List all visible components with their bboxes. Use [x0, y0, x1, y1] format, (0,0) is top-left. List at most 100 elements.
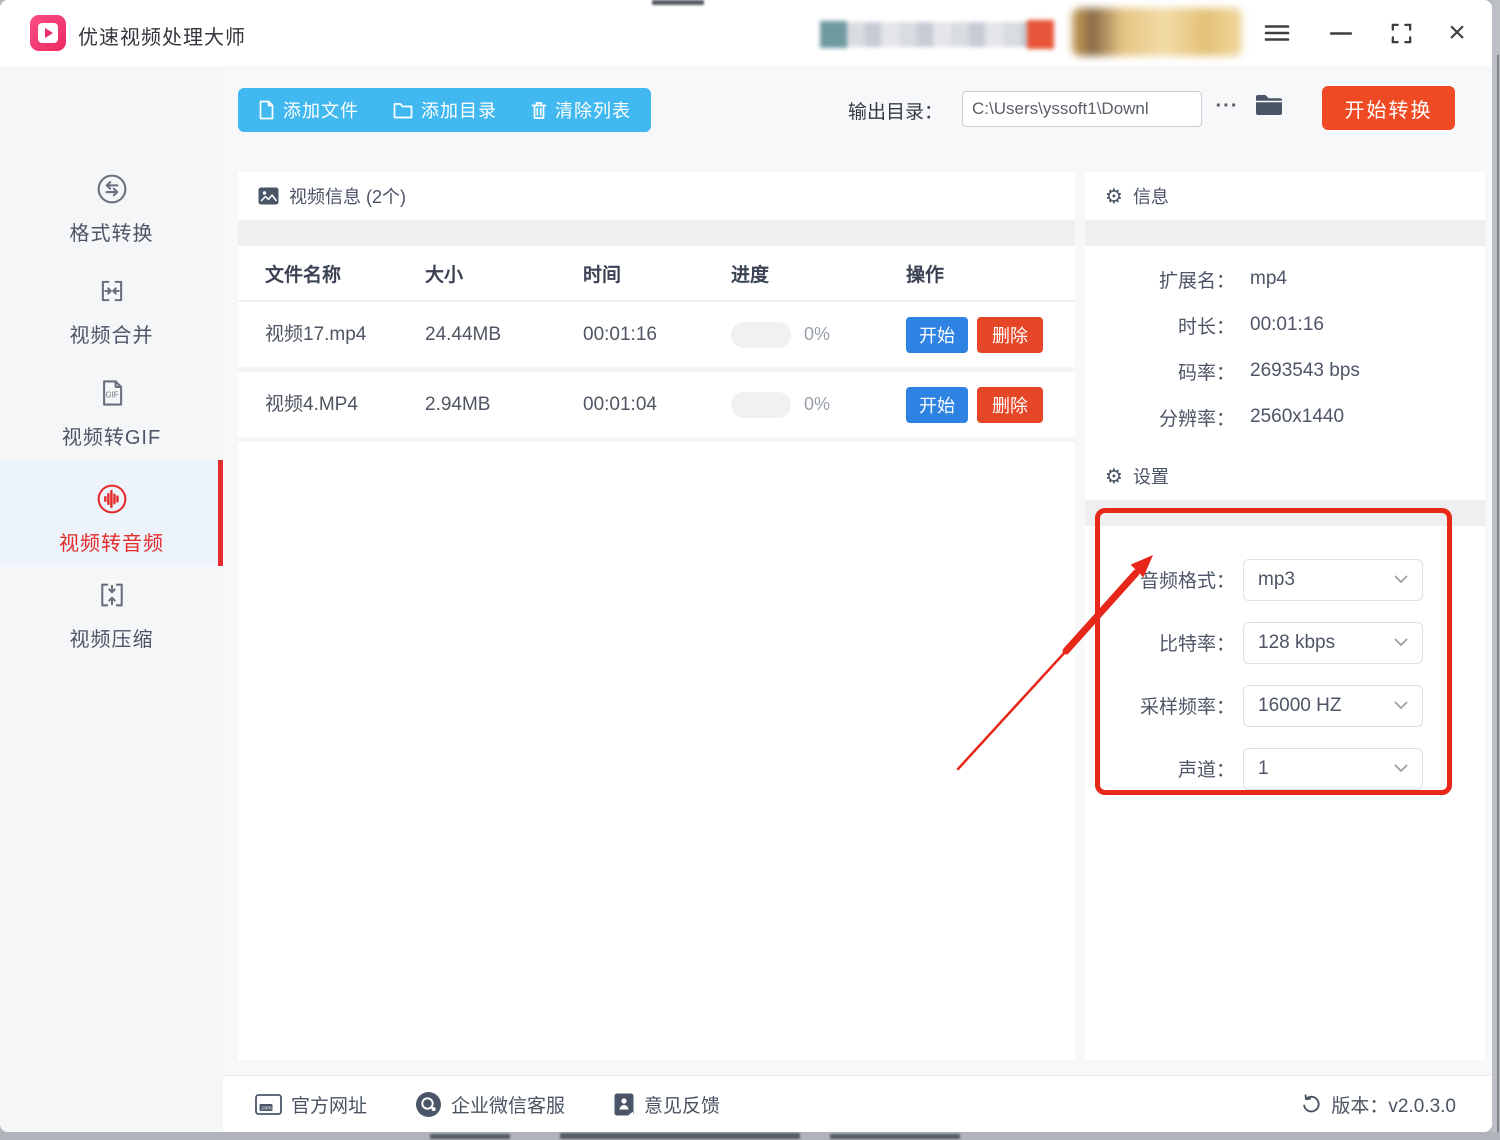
app-title: 优速视频处理大师	[78, 21, 246, 50]
file-icon	[258, 100, 275, 120]
app-window: 优速视频处理大师 × 格式转换	[0, 0, 1492, 1132]
wechat-support-label: 企业微信客服	[451, 1091, 565, 1118]
clear-list-label: 清除列表	[555, 97, 631, 123]
progress-percent: 0%	[804, 324, 830, 345]
field-label: 码率：	[1085, 358, 1235, 385]
maximize-button[interactable]	[1386, 18, 1416, 48]
redacted-badge	[1027, 20, 1054, 49]
selected-value: 1	[1258, 758, 1269, 780]
video-compress-icon	[95, 578, 129, 612]
redacted-promo-banner	[820, 20, 1054, 49]
chevron-down-icon	[1394, 638, 1408, 647]
field-label: 时长：	[1085, 312, 1235, 339]
wechat-service-icon	[415, 1091, 442, 1118]
video-info-icon	[258, 187, 279, 205]
folder-icon	[393, 101, 413, 119]
chevron-down-icon	[1394, 764, 1408, 773]
bitrate-select[interactable]: 128 kbps	[1243, 622, 1423, 664]
sidebar-item-label: 格式转换	[0, 217, 223, 246]
selected-value: mp3	[1258, 569, 1295, 591]
field-label: 扩展名：	[1085, 266, 1235, 293]
col-actions: 操作	[906, 260, 1075, 287]
sidebar-item-video-compress[interactable]: 视频压缩	[0, 578, 223, 652]
field-value: mp4	[1250, 268, 1287, 290]
sidebar-item-format-convert[interactable]: 格式转换	[0, 172, 223, 246]
maximize-icon	[1389, 21, 1414, 46]
feedback-icon	[613, 1092, 635, 1117]
start-convert-button[interactable]: 开始转换	[1322, 86, 1455, 130]
progress-bar	[731, 322, 791, 348]
col-time: 时间	[583, 260, 731, 287]
channels-select[interactable]: 1	[1243, 748, 1423, 790]
add-file-label: 添加文件	[283, 97, 359, 123]
table-header: 文件名称 大小 时间 进度 操作	[238, 246, 1075, 302]
section-divider	[1085, 220, 1485, 246]
svg-text:.com: .com	[260, 1105, 271, 1111]
gear-icon: ⚙	[1105, 184, 1123, 209]
clear-list-button[interactable]: 清除列表	[531, 97, 631, 123]
footer: .com 官方网址 企业微信客服 意见反馈 版本：v2.0.3.0	[223, 1075, 1492, 1132]
sidebar-item-video-merge[interactable]: 视频合并	[0, 274, 223, 348]
close-icon: ×	[1448, 18, 1466, 48]
file-name: 视频17.mp4	[265, 319, 375, 350]
col-progress: 进度	[731, 260, 906, 287]
trash-icon	[531, 101, 547, 120]
hamburger-icon	[1264, 20, 1290, 46]
section-divider	[1085, 500, 1485, 526]
sidebar-item-label: 视频压缩	[0, 623, 223, 652]
row-delete-button[interactable]: 删除	[977, 387, 1043, 423]
file-size: 2.94MB	[425, 394, 583, 416]
field-value: 2560x1440	[1250, 406, 1344, 428]
file-actions-toolbar: 添加文件 添加目录 清除列表	[238, 88, 651, 132]
titlebar: 优速视频处理大师 ×	[0, 0, 1492, 66]
website-icon: .com	[255, 1094, 282, 1115]
audio-format-select[interactable]: mp3	[1243, 559, 1423, 601]
app-logo-icon	[30, 15, 66, 51]
open-folder-button[interactable]	[1254, 92, 1284, 123]
settings-fields: 音频格式： mp3 比特率： 128 kbps 采样频率： 16000 HZ	[1085, 526, 1485, 800]
minimize-button[interactable]	[1326, 18, 1356, 48]
video-to-audio-icon	[95, 482, 129, 516]
wechat-support-link[interactable]: 企业微信客服	[415, 1091, 565, 1118]
minimize-icon	[1329, 21, 1353, 45]
output-dir-input[interactable]	[962, 91, 1202, 127]
row-start-button[interactable]: 开始	[906, 387, 968, 423]
table-row: 视频17.mp4 24.44MB 00:01:16 0% 开始 删除	[238, 302, 1075, 372]
sidebar-item-video-to-gif[interactable]: GIF 视频转GIF	[0, 376, 223, 450]
official-site-link[interactable]: .com 官方网址	[255, 1091, 367, 1118]
sidebar-item-label: 视频转GIF	[0, 421, 223, 450]
add-file-button[interactable]: 添加文件	[258, 97, 359, 123]
open-folder-icon	[1254, 92, 1284, 118]
row-delete-button[interactable]: 删除	[977, 317, 1043, 353]
field-value: 2693543 bps	[1250, 360, 1360, 382]
redacted-icon	[820, 21, 847, 48]
feedback-link[interactable]: 意见反馈	[613, 1091, 720, 1118]
video-merge-icon	[95, 274, 129, 308]
bitrate-label: 比特率：	[1085, 629, 1235, 656]
gif-file-icon: GIF	[95, 376, 129, 410]
menu-button[interactable]	[1262, 18, 1292, 48]
background-text-fragment	[430, 1134, 510, 1139]
background-text-fragment	[830, 1134, 960, 1139]
field-value: 00:01:16	[1250, 314, 1324, 336]
background-window-right-edge	[1492, 0, 1500, 1140]
add-directory-label: 添加目录	[421, 97, 497, 123]
official-site-label: 官方网址	[291, 1091, 367, 1118]
background-window-bottom-edge	[0, 1132, 1500, 1140]
redacted-vip-button[interactable]	[1072, 8, 1242, 56]
file-name: 视频4.MP4	[265, 389, 375, 420]
browse-more-button[interactable]: ···	[1210, 95, 1244, 123]
version-refresh[interactable]: 版本：v2.0.3.0	[1300, 1091, 1456, 1118]
close-button[interactable]: ×	[1442, 18, 1472, 48]
settings-section-title: 设置	[1133, 463, 1169, 489]
selected-value: 128 kbps	[1258, 632, 1335, 654]
sample-rate-select[interactable]: 16000 HZ	[1243, 685, 1423, 727]
progress-bar	[731, 392, 791, 418]
table-row: 视频4.MP4 2.94MB 00:01:04 0% 开始 删除	[238, 372, 1075, 442]
chevron-down-icon	[1394, 575, 1408, 584]
output-dir-label: 输出目录：	[848, 97, 943, 124]
row-start-button[interactable]: 开始	[906, 317, 968, 353]
add-directory-button[interactable]: 添加目录	[393, 97, 497, 123]
sidebar-item-video-to-audio[interactable]: 视频转音频	[0, 460, 223, 566]
version-label: 版本：v2.0.3.0	[1331, 1091, 1456, 1118]
